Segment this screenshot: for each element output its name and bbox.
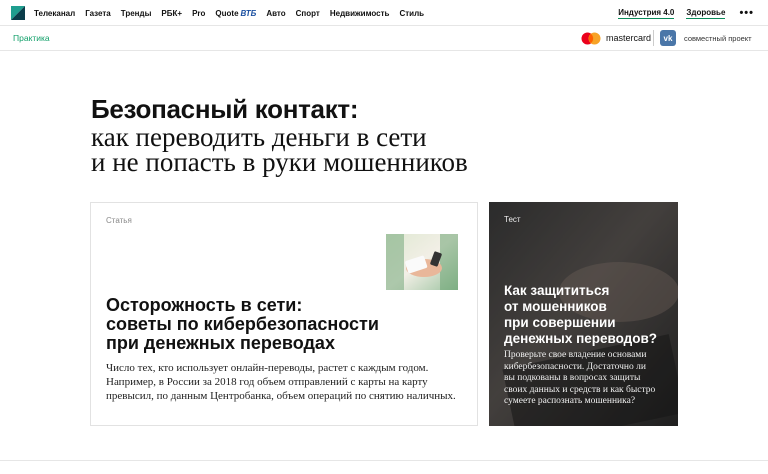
article-card[interactable]: Статья Осторожность в сети: советы по ки… xyxy=(90,202,478,426)
test-lead-line: своих данных и средств и как быстро xyxy=(504,384,656,395)
nav-item-newspaper[interactable]: Газета xyxy=(85,9,111,18)
partner-divider xyxy=(653,30,654,46)
nav-links: Телеканал Газета Тренды РБК+ Pro Quote ВТ… xyxy=(34,0,434,26)
article-tag: Статья xyxy=(106,216,132,225)
nav-item-auto[interactable]: Авто xyxy=(266,9,285,18)
article-title-line: советы по кибербезопасности xyxy=(106,314,379,334)
test-title-line: денежных переводов? xyxy=(504,331,658,346)
divider xyxy=(0,460,768,461)
article-lead-line: Например, в России за 2018 год объем отп… xyxy=(106,376,428,388)
nav-item-sport[interactable]: Спорт xyxy=(296,9,320,18)
vtb-logo: ВТБ xyxy=(240,8,257,18)
joint-project-label: совместный проект xyxy=(684,34,752,43)
test-lead: Проверьте свое владение основами кибербе… xyxy=(504,350,655,408)
nav-item-style[interactable]: Стиль xyxy=(399,9,424,18)
article-title-line: Осторожность в сети: xyxy=(106,295,303,315)
nav-item-tv[interactable]: Телеканал xyxy=(34,9,75,18)
test-lead-line: кибербезопасности. Достаточно ли xyxy=(504,361,646,372)
test-title-line: Как защититься xyxy=(504,283,610,298)
nav-item-rbc-plus[interactable]: РБК+ xyxy=(161,9,182,18)
test-title-line: при совершении xyxy=(504,315,616,330)
article-lead-line: превысил, по данным Центробанка, объем о… xyxy=(106,390,456,402)
nav-item-pro[interactable]: Pro xyxy=(192,9,205,18)
nav-right: Индустрия 4.0 Здоровье ••• xyxy=(606,0,754,26)
section-link[interactable]: Практика xyxy=(13,33,50,43)
test-card[interactable]: Тест Как защититься от мошенников при со… xyxy=(489,202,678,426)
test-tag: Тест xyxy=(504,215,521,224)
nav-item-quote[interactable]: Quote ВТБ xyxy=(215,9,256,18)
article-lead: Число тех, кто использует онлайн-перевод… xyxy=(106,361,471,403)
page-subtitle-line-2: и не попасть в руки мошенников xyxy=(91,147,468,177)
vk-logo-icon: vk xyxy=(660,30,676,46)
test-lead-line: сумеете распознать мошенника? xyxy=(504,396,636,406)
article-image xyxy=(386,234,458,290)
nav-item-trends[interactable]: Тренды xyxy=(121,9,152,18)
test-lead-line: Проверьте свое владение основами xyxy=(504,350,647,360)
article-title-line: при денежных переводах xyxy=(106,333,335,353)
test-title[interactable]: Как защититься от мошенников при соверше… xyxy=(504,283,657,347)
test-lead-line: вы подкованы в вопросах защиты xyxy=(504,373,641,383)
nav-item-industry[interactable]: Индустрия 4.0 xyxy=(618,8,675,19)
mastercard-wordmark: mastercard xyxy=(606,33,652,43)
article-lead-line: Число тех, кто использует онлайн-перевод… xyxy=(106,362,429,374)
nav-item-health[interactable]: Здоровье xyxy=(686,8,726,19)
more-icon[interactable]: ••• xyxy=(739,7,754,19)
top-navigation: Телеканал Газета Тренды РБК+ Pro Quote ВТ… xyxy=(0,0,768,26)
mastercard-logo-icon xyxy=(581,32,601,45)
quote-label: Quote xyxy=(215,8,239,18)
test-title-line: от мошенников xyxy=(504,299,607,314)
page-title: Безопасный контакт: xyxy=(91,94,359,124)
article-title[interactable]: Осторожность в сети: советы по кибербезо… xyxy=(106,296,379,353)
rbc-logo-icon[interactable] xyxy=(11,6,25,20)
nav-item-realty[interactable]: Недвижимость xyxy=(330,9,390,18)
